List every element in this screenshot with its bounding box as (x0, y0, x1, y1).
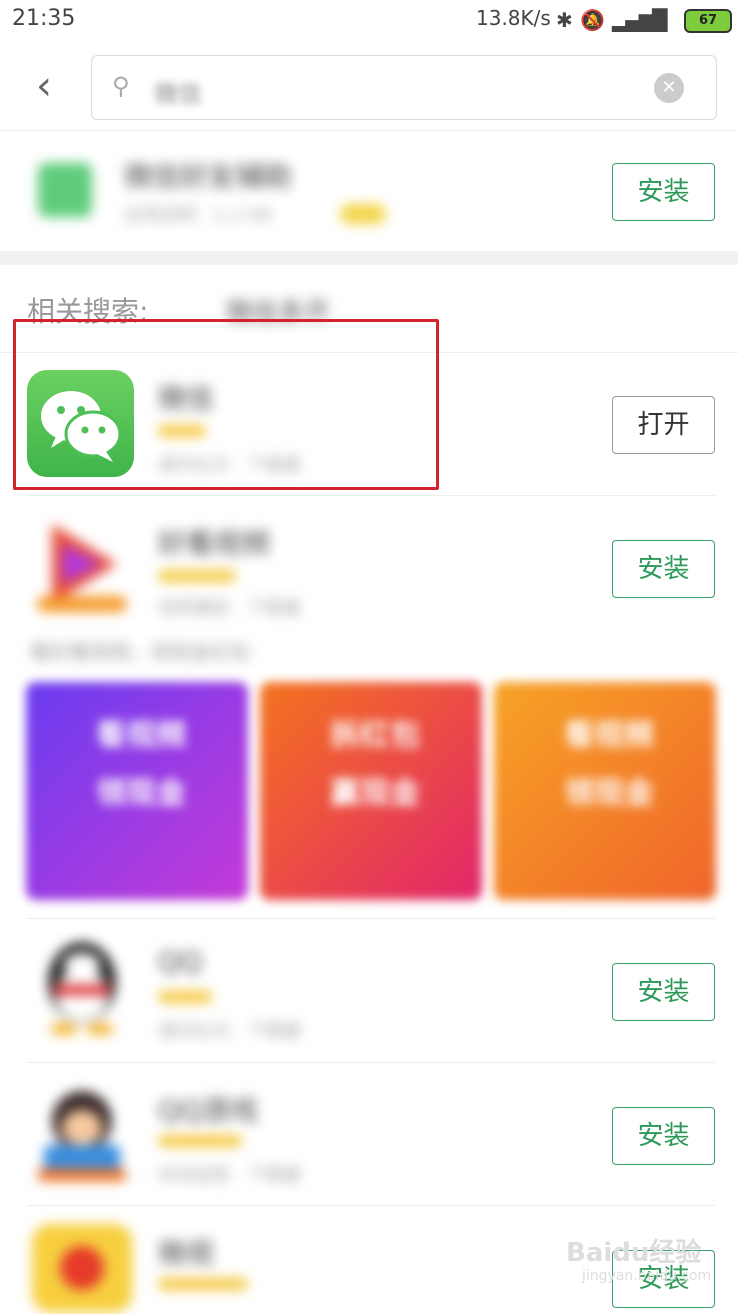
app-name: 好看视频 (158, 527, 271, 560)
open-button[interactable]: 打开 (612, 396, 715, 454)
top-result-row[interactable]: 微信好友辅助 应用说明 · 1.2 KB 安装 (0, 131, 738, 251)
install-button[interactable]: 安装 (612, 540, 715, 598)
install-button[interactable]: 安装 (612, 1107, 715, 1165)
watermark-url: jingyan.baidu.com (582, 1268, 712, 1284)
banner-line: 领现金 (96, 776, 186, 811)
battery-icon: 67 (684, 9, 732, 33)
promo-banner[interactable]: 看视频 领现金 (26, 682, 248, 900)
back-button[interactable]: ‹ (36, 66, 72, 106)
banner-line: 看视频 (96, 718, 186, 753)
clock: 21:35 (12, 6, 76, 31)
network-speed: 13.8K/s (476, 6, 551, 30)
search-icon: ⚲ (112, 72, 130, 100)
app-meta: 休闲益智 · 下载量 (158, 1165, 302, 1186)
rating-stars (158, 1278, 248, 1290)
install-button[interactable]: 安装 (612, 163, 715, 221)
list-item[interactable]: 好看视频 视频播放 · 下载量 安装 (0, 496, 738, 636)
highlight-box (13, 319, 439, 490)
promo-caption: 看好看视频，领现金红包 (30, 640, 250, 664)
app-name: QQ游戏 (158, 1094, 259, 1127)
search-input[interactable]: ⚲ 微信 ✕ (91, 55, 717, 120)
list-item[interactable]: QQ游戏 休闲益智 · 下载量 安装 (0, 1063, 738, 1205)
banner-line: 赢现金 (330, 776, 420, 811)
qq-icon (34, 937, 130, 1037)
game-app-icon (32, 1083, 132, 1183)
bluetooth-icon: ✱ (556, 8, 573, 32)
app-icon (38, 163, 92, 217)
app-name: 微视 (158, 1237, 215, 1270)
promo-banner[interactable]: 看视频 领现金 (494, 682, 716, 900)
section-divider (0, 251, 738, 265)
rating-stars (158, 570, 236, 582)
clear-search-button[interactable]: ✕ (654, 73, 684, 103)
app-meta: 视频播放 · 下载量 (158, 598, 302, 619)
app-name: 微信好友辅助 (124, 160, 293, 193)
app-meta: 应用说明 · 1.2 KB (124, 205, 272, 226)
tag-badge (340, 204, 386, 224)
app-name: QQ (158, 945, 203, 978)
promo-banner[interactable]: 拆红包 赢现金 (260, 682, 482, 900)
search-query: 微信 (154, 80, 202, 108)
weishi-icon (32, 1224, 132, 1312)
rating-stars (158, 1135, 242, 1147)
video-app-icon (32, 514, 132, 614)
status-bar: 21:35 13.8K/s ✱ 🔕 ▂▄▆█ ◠ 67 (0, 0, 738, 40)
banner-line: 领现金 (564, 776, 654, 811)
mute-icon: 🔕 (580, 8, 605, 32)
banner-line: 拆红包 (330, 718, 420, 753)
banner-line: 看视频 (564, 718, 654, 753)
install-button[interactable]: 安装 (612, 963, 715, 1021)
rating-stars (158, 991, 212, 1003)
watermark-logo: Baidu经验 (566, 1238, 702, 1268)
app-meta: 通讯社交 · 下载量 (158, 1021, 302, 1042)
wifi-icon: ◠ (650, 8, 668, 32)
list-item[interactable]: QQ 通讯社交 · 下载量 安装 (0, 919, 738, 1061)
